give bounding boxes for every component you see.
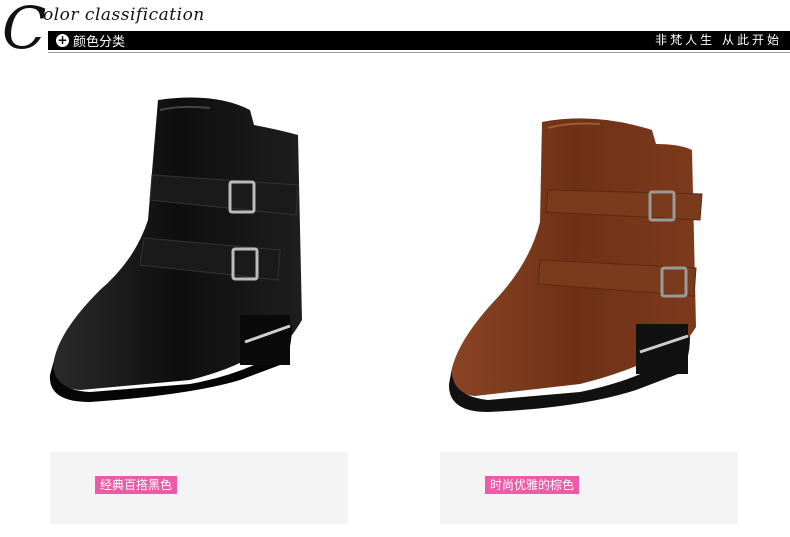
header-bar: + 颜色分类 非梵人生 从此开始 [48,31,790,50]
boot-image-black [49,97,302,402]
section-label-group: + 颜色分类 [56,31,125,50]
header-title: olor classification [43,5,205,25]
section-header: C olor classification + 颜色分类 非梵人生 从此开始 [0,0,790,60]
header-divider [48,52,790,53]
header-initial: C [2,0,47,62]
color-tag-brown: 时尚优雅的棕色 [485,476,580,494]
header-slogan: 非梵人生 从此开始 [655,33,782,47]
section-label: 颜色分类 [73,35,126,50]
boot-image-brown [448,118,703,412]
color-tag-black: 经典百搭黑色 [95,476,178,494]
plus-circle-icon: + [56,33,69,47]
